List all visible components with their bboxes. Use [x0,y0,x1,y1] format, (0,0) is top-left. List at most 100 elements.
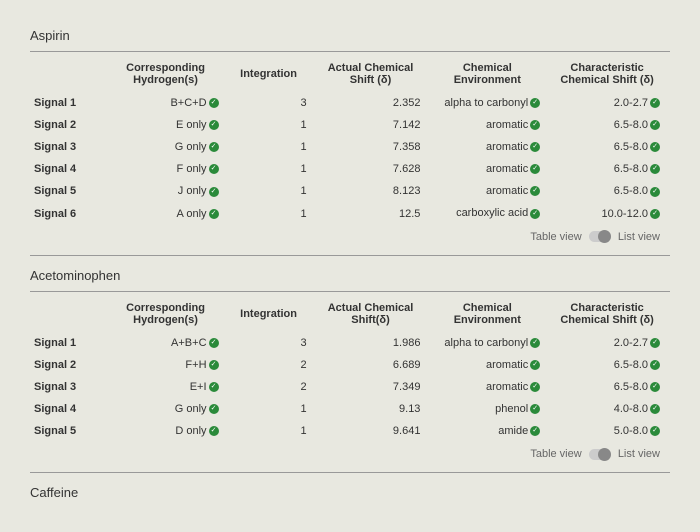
header-hydrogen: Corresponding Hydrogen(s) [109,296,227,332]
shift-cell: 7.142 [317,114,431,136]
characteristic-cell: 4.0-8.0 [550,398,670,420]
environment-cell: aromatic [430,354,550,376]
table-row: Signal 1B+C+D32.352alpha to carbonyl2.0-… [30,92,670,114]
section-title-aspirin: Aspirin [30,20,670,52]
characteristic-cell: 6.5-8.0 [550,376,670,398]
check-icon [530,382,540,392]
check-icon [209,142,219,152]
check-icon [530,404,540,414]
section-title-acetominophen: Acetominophen [30,260,670,292]
shift-cell: 2.352 [317,92,431,114]
integration-cell: 1 [227,398,317,420]
check-icon [530,142,540,152]
characteristic-cell: 6.5-8.0 [550,158,670,180]
characteristic-cell: 6.5-8.0 [550,180,670,202]
signal-label: Signal 3 [30,376,109,398]
signal-label: Signal 6 [30,202,109,224]
hydrogen-cell: E+I [109,376,227,398]
signal-label: Signal 1 [30,92,109,114]
environment-cell: aromatic [430,180,550,202]
table-acetominophen: Corresponding Hydrogen(s) Integration Ac… [30,296,670,442]
view-toggle-acetominophen: Table view List view [30,442,670,470]
signal-label: Signal 3 [30,136,109,158]
table-row: Signal 4F only17.628aromatic6.5-8.0 [30,158,670,180]
environment-cell: alpha to carbonyl [430,92,550,114]
integration-cell: 1 [227,136,317,158]
toggle-switch[interactable] [589,449,611,460]
table-row: Signal 3G only17.358aromatic6.5-8.0 [30,136,670,158]
integration-cell: 3 [227,92,317,114]
toggle-label-list: List view [618,231,660,243]
header-characteristic: Characteristic Chemical Shift (δ) [550,296,670,332]
check-icon [530,164,540,174]
check-icon [209,120,219,130]
shift-cell: 7.358 [317,136,431,158]
check-icon [650,187,660,197]
check-icon [209,209,219,219]
table-aspirin: Corresponding Hydrogen(s) Integration Ac… [30,56,670,225]
shift-cell: 6.689 [317,354,431,376]
header-integration: Integration [227,56,317,92]
table-row: Signal 5J only18.123aromatic6.5-8.0 [30,180,670,202]
hydrogen-cell: A+B+C [109,332,227,354]
shift-cell: 7.628 [317,158,431,180]
check-icon [650,382,660,392]
check-icon [530,186,540,196]
check-icon [530,98,540,108]
hydrogen-cell: A only [109,202,227,224]
view-toggle-aspirin: Table view List view [30,225,670,253]
header-blank [30,296,109,332]
header-hydrogen: Corresponding Hydrogen(s) [109,56,227,92]
table-row: Signal 5D only19.641amide5.0-8.0 [30,420,670,442]
check-icon [209,360,219,370]
shift-cell: 9.13 [317,398,431,420]
signal-label: Signal 1 [30,332,109,354]
integration-cell: 1 [227,420,317,442]
table-row: Signal 3E+I27.349aromatic6.5-8.0 [30,376,670,398]
toggle-label-table: Table view [530,448,581,460]
check-icon [209,426,219,436]
hydrogen-cell: B+C+D [109,92,227,114]
signal-label: Signal 5 [30,180,109,202]
check-icon [650,209,660,219]
check-icon [209,382,219,392]
check-icon [209,164,219,174]
check-icon [209,98,219,108]
characteristic-cell: 2.0-2.7 [550,92,670,114]
table-row: Signal 1A+B+C31.986alpha to carbonyl2.0-… [30,332,670,354]
hydrogen-cell: F+H [109,354,227,376]
characteristic-cell: 10.0-12.0 [550,202,670,224]
check-icon [209,404,219,414]
characteristic-cell: 6.5-8.0 [550,354,670,376]
hydrogen-cell: F only [109,158,227,180]
check-icon [530,209,540,219]
header-blank [30,56,109,92]
table-row: Signal 2E only17.142aromatic6.5-8.0 [30,114,670,136]
header-environment: Chemical Environment [430,296,550,332]
check-icon [650,164,660,174]
hydrogen-cell: D only [109,420,227,442]
shift-cell: 12.5 [317,202,431,224]
check-icon [209,187,219,197]
integration-cell: 1 [227,180,317,202]
hydrogen-cell: J only [109,180,227,202]
check-icon [650,142,660,152]
characteristic-cell: 6.5-8.0 [550,136,670,158]
check-icon [650,120,660,130]
shift-cell: 8.123 [317,180,431,202]
signal-label: Signal 4 [30,398,109,420]
table-row: Signal 4G only19.13phenol4.0-8.0 [30,398,670,420]
toggle-label-list: List view [618,448,660,460]
environment-cell: alpha to carbonyl [430,332,550,354]
characteristic-cell: 5.0-8.0 [550,420,670,442]
environment-cell: carboxylic acid [430,202,550,224]
hydrogen-cell: G only [109,136,227,158]
toggle-switch[interactable] [589,231,611,242]
environment-cell: amide [430,420,550,442]
integration-cell: 1 [227,202,317,224]
check-icon [209,338,219,348]
toggle-label-table: Table view [530,231,581,243]
header-environment: Chemical Environment [430,56,550,92]
shift-cell: 7.349 [317,376,431,398]
table-row: Signal 2F+H26.689aromatic6.5-8.0 [30,354,670,376]
